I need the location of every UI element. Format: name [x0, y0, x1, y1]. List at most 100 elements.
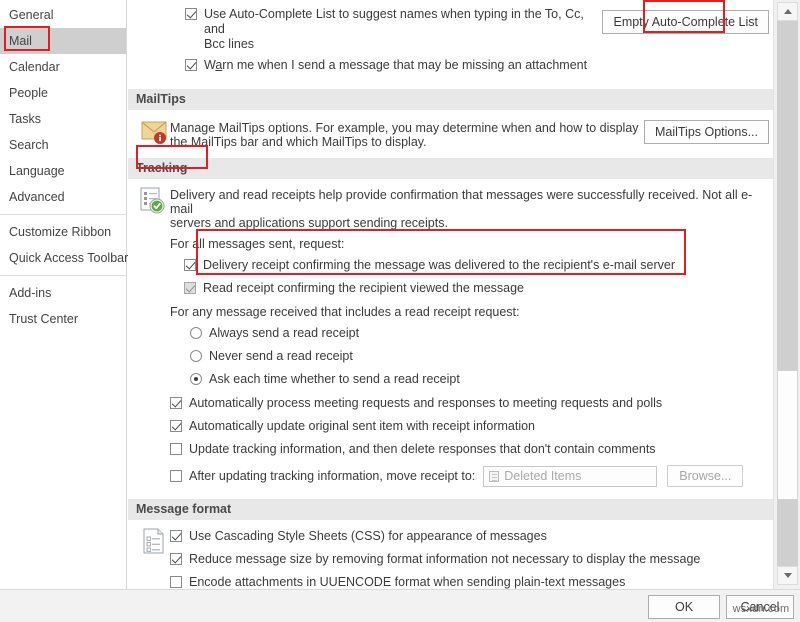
tracking-header-label: Tracking — [136, 161, 188, 175]
always-send-label: Always send a read receipt — [209, 326, 360, 340]
sidebar-item-label: General — [9, 8, 54, 22]
scroll-down-button[interactable] — [777, 566, 798, 585]
autocomplete-checkbox[interactable] — [185, 8, 197, 20]
sidebar-item-people[interactable]: People — [0, 80, 126, 106]
update-tracking-info-checkbox[interactable] — [170, 443, 182, 455]
sidebar-item-quick-access-toolbar[interactable]: Quick Access Toolbar — [0, 245, 128, 271]
mailtips-section-header: MailTips — [128, 89, 773, 110]
delivery-receipt-row[interactable]: Delivery receipt confirming the message … — [170, 258, 767, 273]
move-receipt-label: After updating tracking information, mov… — [189, 468, 476, 483]
autocomplete-label: Use Auto-Complete List to suggest names … — [204, 7, 602, 52]
message-format-section-body: Use Cascading Style Sheets (CSS) for app… — [128, 520, 773, 589]
mailtips-options-button[interactable]: MailTips Options... — [643, 120, 769, 144]
sidebar-item-tasks[interactable]: Tasks — [0, 106, 126, 132]
auto-update-sent-item-label: Automatically update original sent item … — [189, 419, 536, 433]
for-all-messages-sent-label: For all messages sent, request: — [170, 237, 345, 251]
sidebar-item-label: Add-ins — [9, 286, 52, 300]
outlook-options-dialog: General Mail Calendar People Tasks Searc… — [0, 0, 800, 622]
sidebar-item-language[interactable]: Language — [0, 158, 126, 184]
sidebar-item-trust-center[interactable]: Trust Center — [0, 306, 126, 332]
uuencode-checkbox-row[interactable]: Encode attachments in UUENCODE format wh… — [170, 575, 773, 589]
move-receipt-folder-field: Deleted Items — [483, 465, 658, 487]
sidebar-item-label: Advanced — [9, 190, 65, 204]
reduce-size-label: Reduce message size by removing format i… — [189, 552, 701, 566]
message-format-header-label: Message format — [136, 502, 232, 516]
scrollbar-thumb[interactable] — [777, 370, 798, 500]
move-receipt-row[interactable]: After updating tracking information, mov… — [170, 465, 767, 487]
warn-attachment-checkbox-row[interactable]: Warn me when I send a message that may b… — [185, 58, 602, 73]
css-checkbox-row[interactable]: Use Cascading Style Sheets (CSS) for app… — [170, 529, 773, 544]
move-receipt-folder-value: Deleted Items — [504, 468, 582, 483]
sidebar-item-label: People — [9, 86, 48, 100]
auto-process-meeting-row[interactable]: Automatically process meeting requests a… — [170, 396, 767, 411]
vertical-scrollbar[interactable] — [773, 0, 800, 589]
warn-attachment-label: Warn me when I send a message that may b… — [204, 58, 588, 72]
sidebar-item-label: Calendar — [9, 60, 60, 74]
autocomplete-checkbox-row[interactable]: Use Auto-Complete List to suggest names … — [185, 7, 602, 52]
sidebar-divider-2 — [0, 275, 126, 276]
mailtips-header-label: MailTips — [136, 92, 186, 106]
never-send-radio[interactable] — [190, 350, 202, 362]
radio-row-never-send[interactable]: Never send a read receipt — [170, 349, 767, 364]
uuencode-label: Encode attachments in UUENCODE format wh… — [189, 575, 626, 589]
reduce-size-checkbox[interactable] — [170, 553, 182, 565]
send-messages-section-body: Use Auto-Complete List to suggest names … — [128, 0, 773, 79]
sidebar-item-label: Search — [9, 138, 49, 152]
for-any-message-received-label: For any message received that includes a… — [170, 305, 520, 319]
update-tracking-info-row[interactable]: Update tracking information, and then de… — [170, 442, 767, 457]
sidebar-item-label: Mail — [9, 34, 32, 48]
delivery-receipt-checkbox[interactable] — [184, 259, 196, 271]
chevron-up-icon — [783, 9, 792, 14]
mailtips-section-body: Manage MailTips options. For example, yo… — [128, 110, 773, 157]
auto-update-sent-item-checkbox[interactable] — [170, 420, 182, 432]
radio-row-always-send[interactable]: Always send a read receipt — [170, 326, 767, 341]
sidebar-item-label: Tasks — [9, 112, 41, 126]
sidebar-item-label: Language — [9, 164, 65, 178]
options-category-sidebar: General Mail Calendar People Tasks Searc… — [0, 0, 128, 589]
move-receipt-checkbox[interactable] — [170, 470, 182, 482]
ask-each-time-radio[interactable] — [190, 373, 202, 385]
warn-attachment-checkbox[interactable] — [185, 59, 197, 71]
sidebar-item-mail[interactable]: Mail — [0, 28, 126, 54]
auto-process-meeting-label: Automatically process meeting requests a… — [189, 396, 663, 410]
ask-each-time-label: Ask each time whether to send a read rec… — [209, 372, 460, 386]
chevron-down-icon — [783, 573, 792, 578]
uuencode-checkbox[interactable] — [170, 576, 182, 588]
sidebar-item-general[interactable]: General — [0, 2, 126, 28]
auto-update-sent-item-row[interactable]: Automatically update original sent item … — [170, 419, 767, 434]
scroll-up-button[interactable] — [777, 2, 798, 21]
sidebar-item-customize-ribbon[interactable]: Customize Ribbon — [0, 219, 126, 245]
dialog-footer: OK Cancel — [0, 589, 800, 622]
browse-button: Browse... — [667, 465, 744, 487]
reduce-size-checkbox-row[interactable]: Reduce message size by removing format i… — [170, 552, 773, 567]
radio-row-ask-each-time[interactable]: Ask each time whether to send a read rec… — [170, 372, 767, 387]
read-receipt-row: Read receipt confirming the recipient vi… — [170, 281, 767, 296]
mailtips-description-line1: Manage MailTips options. For example, yo… — [170, 121, 639, 135]
sidebar-item-search[interactable]: Search — [0, 132, 126, 158]
autocomplete-label-line2: Bcc lines — [204, 37, 255, 51]
never-send-label: Never send a read receipt — [209, 349, 353, 363]
document-list-icon — [128, 528, 164, 559]
sidebar-item-add-ins[interactable]: Add-ins — [0, 280, 126, 306]
always-send-radio[interactable] — [190, 327, 202, 339]
sidebar-item-label: Customize Ribbon — [9, 225, 112, 239]
tracking-description-line2: servers and applications support sending… — [170, 216, 448, 230]
message-format-section-header: Message format — [128, 499, 773, 520]
empty-autocomplete-list-button[interactable]: Empty Auto-Complete List — [602, 10, 769, 34]
css-checkbox[interactable] — [170, 530, 182, 542]
tracking-description-line1: Delivery and read receipts help provide … — [170, 188, 753, 216]
tracking-section-body: Delivery and read receipts help provide … — [128, 179, 773, 493]
sidebar-item-label: Trust Center — [9, 312, 79, 326]
auto-process-meeting-checkbox[interactable] — [170, 397, 182, 409]
mailtips-description: Manage MailTips options. For example, yo… — [170, 121, 644, 149]
watermark-text: wsxdn.com — [732, 603, 790, 615]
envelope-info-icon — [128, 119, 167, 148]
sidebar-item-advanced[interactable]: Advanced — [0, 184, 126, 210]
read-receipt-label: Read receipt confirming the recipient vi… — [203, 281, 525, 295]
ok-button[interactable]: OK — [648, 595, 720, 619]
autocomplete-label-line1: Use Auto-Complete List to suggest names … — [204, 7, 584, 36]
document-check-icon — [128, 187, 165, 218]
sidebar-item-calendar[interactable]: Calendar — [0, 54, 126, 80]
delivery-receipt-label: Delivery receipt confirming the message … — [203, 258, 676, 272]
read-receipt-checkbox — [184, 282, 196, 294]
